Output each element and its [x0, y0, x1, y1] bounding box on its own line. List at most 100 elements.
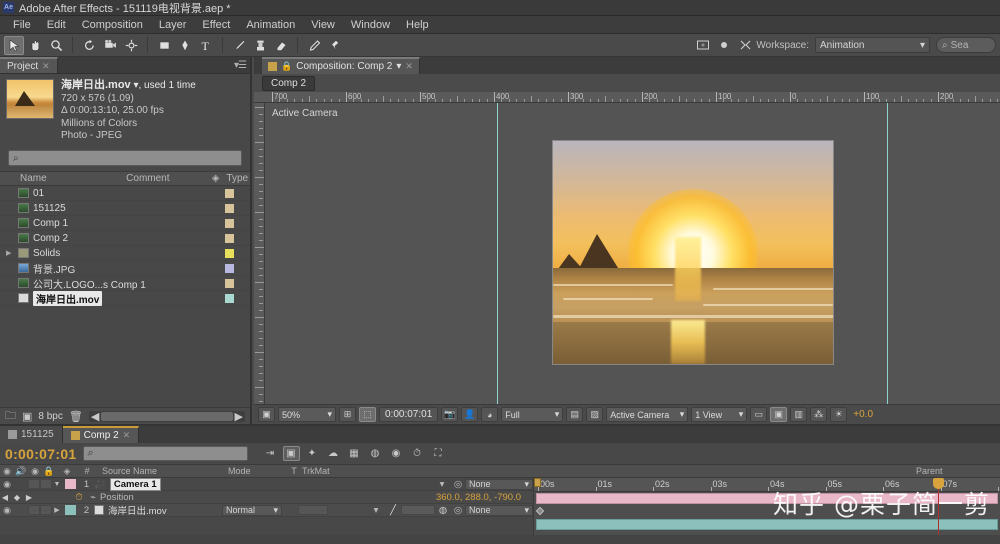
- camera-view-select[interactable]: Active Camera ▾: [606, 407, 689, 422]
- guide-line-left[interactable]: [497, 103, 498, 404]
- puppet-pin-tool-icon[interactable]: [325, 36, 345, 55]
- main-toolbar[interactable]: T Workspace: Animation ▾ ⌕ Sea: [0, 34, 1000, 57]
- motion-blur-icon[interactable]: ◍: [367, 446, 384, 461]
- new-comp-icon[interactable]: ▣: [22, 410, 32, 423]
- timeline-jump-icon[interactable]: ▥: [790, 407, 808, 422]
- draft-3d-icon[interactable]: ✦: [304, 446, 321, 461]
- zoom-tool-icon[interactable]: [46, 36, 66, 55]
- next-keyframe-icon[interactable]: ▶: [24, 493, 34, 502]
- clone-stamp-tool-icon[interactable]: [250, 36, 270, 55]
- menu-composition[interactable]: Composition: [75, 17, 150, 33]
- new-folder-icon[interactable]: 🗀: [5, 407, 16, 426]
- timeline-current-time[interactable]: 0:00:07:01: [5, 446, 77, 462]
- motion-blur-switch[interactable]: ▾: [433, 479, 451, 490]
- label-swatch[interactable]: [225, 293, 234, 303]
- list-item[interactable]: Comp 2: [0, 231, 250, 246]
- list-item[interactable]: 01: [0, 186, 250, 201]
- camera-tool-icon[interactable]: [100, 36, 120, 55]
- timeline-switches[interactable]: ⇥ ▣ ✦ ☁ ▦ ◍ ◉ ⏱ ⛶: [262, 446, 447, 461]
- prev-keyframe-icon[interactable]: ◀: [0, 493, 10, 502]
- scroll-left-icon[interactable]: ◀: [91, 410, 99, 423]
- eye-icon[interactable]: ◉: [0, 479, 14, 490]
- column-parent[interactable]: Parent: [912, 466, 1000, 476]
- project-footer[interactable]: 🗀 ▣ 8 bpc 🗑 ◀ ▶: [0, 407, 250, 424]
- parent-pickwhip-icon[interactable]: ◎: [451, 479, 465, 490]
- composition-bottom-toolbar[interactable]: ▣ 50% ▾ ⊞ ⬚ 0:00:07:01 📷 👤 ◕ Full ▾ ▤ ▨ …: [254, 404, 1000, 424]
- eye-icon[interactable]: ◉: [0, 505, 14, 516]
- layer-bar-movie[interactable]: [536, 519, 998, 530]
- project-tab-bar[interactable]: Project ✕ ▾☰: [0, 57, 250, 74]
- selection-tool-icon[interactable]: [4, 35, 24, 55]
- close-icon[interactable]: ✕: [405, 61, 413, 72]
- workspace-select[interactable]: Animation ▾: [815, 37, 930, 53]
- list-item[interactable]: Comp 1: [0, 216, 250, 231]
- project-search-input[interactable]: ⌕: [8, 150, 242, 166]
- menu-layer[interactable]: Layer: [152, 17, 194, 33]
- solo-toggle[interactable]: [28, 505, 40, 515]
- composition-mini-flowchart-icon[interactable]: ▣: [282, 446, 300, 461]
- transparency-grid-icon[interactable]: ▨: [586, 407, 604, 422]
- table-row[interactable]: ◉ ▶ 2 海岸日出.mov Normal ▾ ▾ ╱ ◍ ◎ None ▾: [0, 504, 533, 517]
- parent-select[interactable]: None ▾: [465, 504, 533, 516]
- label-swatch[interactable]: [225, 263, 234, 273]
- chevron-down-icon[interactable]: ▾: [396, 61, 401, 72]
- layer-source-name[interactable]: 🎥 Camera 1: [94, 478, 222, 491]
- transparency-toggle-icon[interactable]: [714, 36, 734, 55]
- breadcrumb[interactable]: Comp 2: [254, 74, 1000, 92]
- layer-bar-camera1[interactable]: [536, 493, 998, 504]
- work-area-start-marker[interactable]: [534, 478, 541, 487]
- keyframe-marker[interactable]: [535, 506, 545, 516]
- help-search-input[interactable]: ⌕ Sea: [936, 37, 996, 53]
- blend-mode-select[interactable]: Normal ▾: [222, 504, 282, 516]
- eraser-tool-icon[interactable]: [271, 36, 291, 55]
- list-item[interactable]: ▶ Solids: [0, 246, 250, 261]
- motion-blur-switch[interactable]: ▾: [367, 505, 385, 516]
- auto-keyframe-icon[interactable]: ⏱: [409, 446, 426, 461]
- column-t[interactable]: T: [286, 466, 302, 476]
- column-mode[interactable]: Mode: [224, 466, 286, 476]
- text-tool-icon[interactable]: T: [196, 36, 216, 55]
- layer-label-color[interactable]: [65, 505, 76, 515]
- timeline-layer-list[interactable]: ◉ ▼ 1 🎥 Camera 1 ▾ ◎ None ▾ ◀ ◆ ▶ ⏱ ⌁ Po…: [0, 478, 533, 535]
- project-horizontal-scrollbar[interactable]: ◀ ▶: [88, 410, 245, 423]
- close-icon[interactable]: ✕: [42, 61, 50, 72]
- scrollbar-thumb[interactable]: [101, 411, 233, 421]
- list-item[interactable]: 公司大.LOGO...s Comp 1: [0, 276, 250, 291]
- fast-previews-icon[interactable]: ▣: [770, 407, 788, 422]
- guide-line-right[interactable]: [887, 103, 888, 404]
- timeline-track-area[interactable]: 00s01s02s03s04s05s06s07s08s: [533, 478, 1000, 535]
- comp-rendered-image[interactable]: [552, 140, 834, 365]
- pan-behind-tool-icon[interactable]: [121, 36, 141, 55]
- list-item[interactable]: 海岸日出.mov: [0, 290, 250, 306]
- menu-view[interactable]: View: [304, 17, 342, 33]
- brush-tool-icon[interactable]: [229, 36, 249, 55]
- hide-shy-layers-icon[interactable]: ☁: [325, 446, 342, 461]
- delete-icon[interactable]: 🗑: [69, 410, 83, 423]
- always-preview-icon[interactable]: ▣: [258, 407, 275, 422]
- reset-exposure-icon[interactable]: ☀: [830, 407, 848, 422]
- pen-tool-icon[interactable]: [175, 36, 195, 55]
- tab-151125[interactable]: 151125: [0, 426, 63, 443]
- menu-effect[interactable]: Effect: [195, 17, 237, 33]
- lock-toggle[interactable]: [40, 505, 52, 515]
- playhead-handle[interactable]: [933, 478, 944, 489]
- label-swatch[interactable]: [225, 233, 234, 243]
- roto-brush-tool-icon[interactable]: [304, 36, 324, 55]
- label-swatch[interactable]: [225, 188, 234, 198]
- exposure-value[interactable]: +0.0: [853, 409, 873, 420]
- frame-blending-icon[interactable]: ▦: [346, 446, 363, 461]
- twirl-icon[interactable]: ▶: [52, 506, 62, 514]
- menu-bar[interactable]: File Edit Composition Layer Effect Anima…: [0, 16, 1000, 34]
- tab-comp2[interactable]: Comp 2 ✕: [62, 426, 140, 443]
- hand-tool-icon[interactable]: [25, 36, 45, 55]
- label-swatch[interactable]: [225, 218, 234, 228]
- column-type[interactable]: Type: [226, 173, 250, 184]
- column-trkmat[interactable]: TrkMat: [302, 466, 348, 476]
- resolution-select[interactable]: Full ▾: [501, 407, 564, 422]
- close-icon[interactable]: ✕: [123, 430, 131, 441]
- menu-animation[interactable]: Animation: [239, 17, 302, 33]
- pixel-aspect-correction-icon[interactable]: ▭: [750, 407, 768, 422]
- layer-source-name[interactable]: 海岸日出.mov: [94, 503, 222, 517]
- show-snapshot-icon[interactable]: 👤: [461, 407, 479, 422]
- table-row[interactable]: ◉ ▼ 1 🎥 Camera 1 ▾ ◎ None ▾: [0, 478, 533, 491]
